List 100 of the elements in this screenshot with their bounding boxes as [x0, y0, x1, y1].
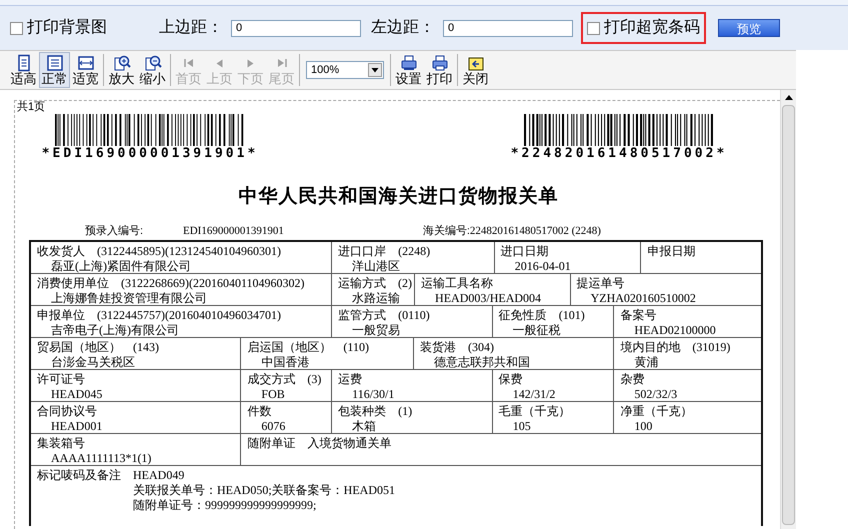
- field-value: 洋山港区: [352, 258, 400, 272]
- field-label: 收发货人: [37, 244, 85, 258]
- field-value: YZHA020160510002: [590, 290, 696, 304]
- field-value: 105: [512, 418, 531, 432]
- field-code: (2248): [398, 244, 430, 258]
- field-label: 上边距：: [159, 18, 223, 38]
- field-label: 申报日期: [647, 244, 696, 258]
- field-value: HEAD02100000: [634, 322, 716, 336]
- field-value: HEAD003/HEAD004: [435, 290, 542, 304]
- page-lines-icon: [46, 54, 64, 72]
- field-code: (143): [133, 340, 159, 354]
- field-code: (31019): [692, 340, 730, 354]
- checkbox-label: 打印背景图: [27, 18, 107, 38]
- field-label: 装货港: [420, 340, 456, 354]
- scroll-up-icon[interactable]: [784, 95, 792, 100]
- field-value: FOB: [261, 386, 285, 400]
- scrollbar[interactable]: [780, 90, 796, 529]
- field-label: 提运单号: [576, 276, 625, 290]
- field-value: 116/30/1: [352, 386, 394, 400]
- toolbar-button[interactable]: 放大: [106, 52, 137, 88]
- barcode-icon: [524, 114, 714, 146]
- field-label: 包装种类: [338, 404, 386, 418]
- toolbar-button[interactable]: 适高: [8, 52, 39, 88]
- field-label: 许可证号: [37, 372, 85, 386]
- toolbar-button[interactable]: 打印: [424, 52, 455, 88]
- next-icon: [247, 58, 254, 68]
- checkbox[interactable]: [587, 22, 600, 34]
- left-margin-input[interactable]: 0: [443, 20, 573, 36]
- field-label: 启运国（地区）: [247, 340, 332, 354]
- field-value: HEAD045: [51, 386, 102, 400]
- previous-icon: [216, 58, 223, 68]
- checkbox[interactable]: [10, 22, 23, 34]
- toolbar-button[interactable]: 关闭: [460, 52, 491, 88]
- document-title: 中华人民共和国海关进口货物报关单: [238, 186, 558, 207]
- field-value: 224820161480517002 (2248): [470, 224, 601, 238]
- field-label: 贸易国（地区）: [37, 340, 121, 354]
- field-code: (3122445895)(123124540104960301): [97, 244, 281, 258]
- field-value: 142/31/2: [512, 386, 556, 400]
- field-label: 运输工具名称: [421, 276, 494, 290]
- toolbar-button[interactable]: 适宽: [70, 52, 101, 88]
- field-value: 一般征税: [512, 322, 561, 336]
- preview-button[interactable]: 预览: [718, 19, 780, 37]
- field-label: 标记唛码及备注: [37, 468, 121, 482]
- field-label: 运费: [338, 372, 362, 386]
- field-value: 上海娜鲁娃投资管理有限公司: [51, 290, 207, 304]
- field-label: 随附单证: [247, 436, 296, 450]
- printer-icon: [430, 54, 448, 72]
- top-margin-input[interactable]: 0: [231, 20, 361, 36]
- toolbar-button[interactable]: 正常: [39, 52, 70, 88]
- field-value: 一般贸易: [352, 322, 400, 336]
- field-label: 集装箱号: [37, 436, 85, 450]
- field-code: (3): [307, 372, 322, 386]
- page-count: 共1页: [17, 101, 46, 114]
- field-code: (304): [468, 340, 494, 354]
- field-code: 入境货物通关单: [307, 436, 392, 450]
- field-code: HEAD049: [133, 468, 184, 482]
- field-label: 保费: [498, 372, 523, 386]
- field-value: 木箱: [352, 418, 376, 432]
- field-value: 台澎金马关税区: [51, 354, 135, 368]
- field-value: AAAA1111113*1(1): [51, 450, 152, 464]
- field-value: 中国香港: [261, 354, 310, 368]
- checkbox-label: 打印超宽条码: [604, 18, 700, 38]
- field-code: (101): [558, 308, 585, 322]
- field-value: 德意志联邦共和国: [434, 354, 530, 368]
- field-label: 左边距：: [371, 18, 435, 38]
- remark-line: 关联报关单号：HEAD050;关联备案号：HEAD051: [133, 482, 395, 496]
- toolbar-button[interactable]: 缩小: [137, 52, 168, 88]
- field-value: 100: [634, 418, 652, 432]
- field-value: HEAD001: [51, 418, 102, 432]
- field-label: 境内目的地: [620, 340, 680, 354]
- barcode-number: *224820161480517002*: [510, 146, 728, 161]
- field-code: (0110): [398, 308, 430, 322]
- field-label: 合同协议号: [37, 404, 97, 418]
- field-label: 成交方式: [247, 372, 296, 386]
- field-code: (3122268669)(220160401104960302): [121, 276, 305, 290]
- toolbar-button[interactable]: 设置: [393, 52, 424, 88]
- field-label: 申报单位: [37, 308, 85, 322]
- field-label: 进口日期: [500, 244, 549, 258]
- zoom-in-icon: [112, 54, 130, 72]
- field-label: 毛重（千克）: [498, 404, 571, 418]
- field-label: 净重（千克）: [620, 404, 692, 418]
- remark-line: 随附单证号：999999999999999999;: [133, 498, 316, 512]
- field-label: 消费使用单位: [37, 276, 109, 290]
- field-code: (1): [398, 404, 412, 418]
- printer-settings-icon: [400, 54, 418, 72]
- field-label: 海关编号:: [422, 224, 470, 238]
- field-value: EDI169000001391901: [183, 224, 284, 238]
- field-value: 磊亚(上海)紧固件有限公司: [51, 258, 191, 272]
- zoom-dropdown[interactable]: 100%: [306, 61, 384, 79]
- field-value: 2016-04-01: [514, 258, 571, 272]
- barcode-icon: [55, 114, 245, 146]
- field-value: 6076: [261, 418, 286, 432]
- field-value: 502/32/3: [634, 386, 678, 400]
- field-code: (3122445757)(201604010496034701): [97, 308, 281, 322]
- zoom-out-icon: [144, 54, 162, 72]
- field-code: (110): [343, 340, 369, 354]
- field-label: 件数: [247, 404, 272, 418]
- field-label: 备案号: [620, 308, 656, 322]
- page-width-icon: [76, 54, 94, 72]
- field-label: 征免性质: [498, 308, 547, 322]
